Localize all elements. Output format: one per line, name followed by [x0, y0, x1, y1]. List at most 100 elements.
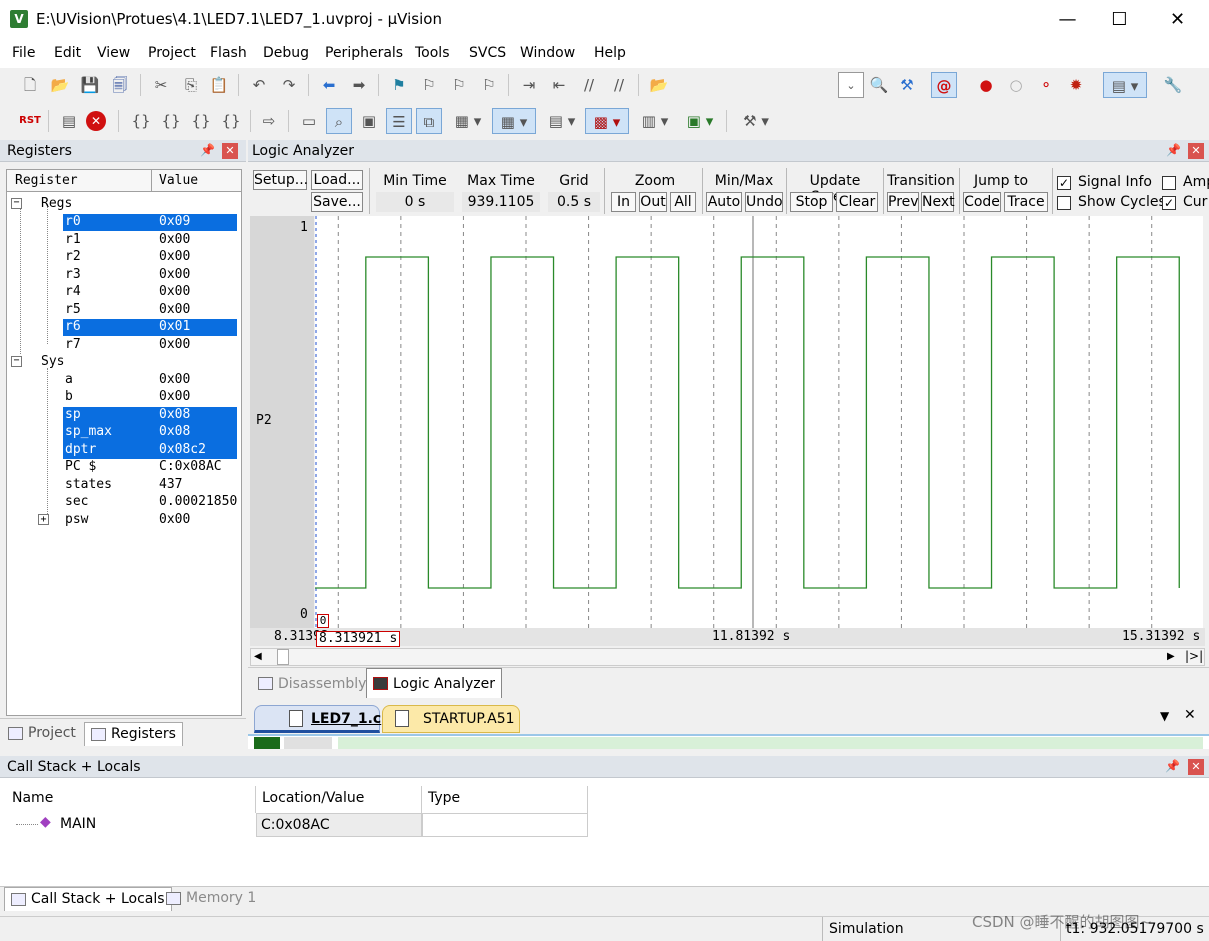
- setup-button[interactable]: Setup...: [253, 170, 308, 190]
- register-row[interactable]: PC $ C:0x08AC: [7, 459, 243, 477]
- auto-button[interactable]: Auto: [706, 192, 742, 212]
- register-row[interactable]: r2 0x00: [7, 249, 243, 267]
- registers-window-icon[interactable]: ☰: [386, 108, 412, 134]
- group-regs[interactable]: − Regs: [7, 196, 243, 214]
- save-all-icon[interactable]: 🗐: [107, 72, 133, 98]
- uncomment-icon[interactable]: //: [606, 72, 632, 98]
- stop-icon[interactable]: ✕: [86, 111, 106, 131]
- save-icon[interactable]: 💾: [77, 72, 103, 98]
- menu-peripherals[interactable]: Peripherals: [325, 45, 403, 61]
- callstack-row[interactable]: ◆ MAIN: [6, 813, 256, 837]
- disassembly-window-icon[interactable]: ⌕: [326, 108, 352, 134]
- unindent-icon[interactable]: ⇤: [546, 72, 572, 98]
- register-row[interactable]: r3 0x00: [7, 267, 243, 285]
- breakpoint-enable-all-icon[interactable]: ✹: [1063, 72, 1089, 98]
- register-value[interactable]: 0.00021850: [159, 494, 237, 509]
- pin-icon[interactable]: 📌: [1166, 143, 1181, 157]
- register-row[interactable]: a 0x00: [7, 372, 243, 390]
- column-register[interactable]: Register: [15, 173, 78, 188]
- code-button[interactable]: Code: [963, 192, 1001, 212]
- expand-icon[interactable]: +: [38, 513, 49, 525]
- column-value[interactable]: Value: [159, 173, 198, 188]
- breakpoint-icon[interactable]: ●: [973, 72, 999, 98]
- menu-svcs[interactable]: SVCS: [469, 45, 506, 61]
- close-button[interactable]: ✕: [1150, 0, 1205, 40]
- register-value[interactable]: 0x08: [159, 424, 190, 439]
- amp-checkbox[interactable]: [1162, 176, 1176, 190]
- callstack-location[interactable]: C:0x08AC: [256, 813, 422, 837]
- navigate-forward-icon[interactable]: ➡: [346, 72, 372, 98]
- signal-name[interactable]: P2: [256, 413, 272, 428]
- register-row[interactable]: r0 0x09: [7, 214, 243, 232]
- copy-icon[interactable]: ⎘: [178, 72, 204, 98]
- register-row[interactable]: r6 0x01: [7, 319, 243, 337]
- register-row[interactable]: + psw 0x00: [7, 512, 243, 530]
- register-row[interactable]: sp 0x08: [7, 407, 243, 425]
- register-row[interactable]: b 0x00: [7, 389, 243, 407]
- cut-icon[interactable]: ✂: [148, 72, 174, 98]
- group-sys[interactable]: − Sys: [7, 354, 243, 372]
- memory-window-icon[interactable]: ▦ ▾: [492, 108, 536, 134]
- pin-icon[interactable]: 📌: [1165, 759, 1180, 773]
- register-row[interactable]: dptr 0x08c2: [7, 442, 243, 460]
- menu-flash[interactable]: Flash: [210, 45, 247, 61]
- dropdown-arrow-icon[interactable]: ⌄: [838, 72, 864, 98]
- zoom-all-button[interactable]: All: [670, 192, 696, 212]
- tab-led7-c[interactable]: LED7_1.c: [254, 705, 381, 733]
- navigate-back-icon[interactable]: ⬅: [316, 72, 342, 98]
- register-value[interactable]: 0x00: [159, 284, 190, 299]
- step-out-icon[interactable]: {}: [188, 108, 214, 134]
- new-file-icon[interactable]: 🗋: [17, 72, 43, 98]
- open-file-icon[interactable]: 📂: [47, 72, 73, 98]
- menu-file[interactable]: File: [12, 45, 35, 61]
- prev-button[interactable]: Prev: [887, 192, 919, 212]
- breakpoint-kill-icon[interactable]: ⚬: [1033, 72, 1059, 98]
- register-value[interactable]: 0x00: [159, 249, 190, 264]
- redo-icon[interactable]: ↷: [276, 72, 302, 98]
- scroll-left-icon[interactable]: ◀: [254, 651, 262, 662]
- zoom-out-button[interactable]: Out: [639, 192, 667, 212]
- run-icon[interactable]: ▤: [56, 108, 82, 134]
- register-row[interactable]: sec 0.00021850: [7, 494, 243, 512]
- symbols-window-icon[interactable]: ▣: [356, 108, 382, 134]
- menu-debug[interactable]: Debug: [263, 45, 309, 61]
- run-to-cursor-icon[interactable]: {}: [218, 108, 244, 134]
- register-value[interactable]: 0x00: [159, 337, 190, 352]
- show-next-statement-icon[interactable]: ⇨: [256, 108, 282, 134]
- command-window-icon[interactable]: ▭: [296, 108, 322, 134]
- register-row[interactable]: r7 0x00: [7, 337, 243, 355]
- menu-project[interactable]: Project: [148, 45, 196, 61]
- menu-edit[interactable]: Edit: [54, 45, 81, 61]
- step-over-icon[interactable]: {}: [158, 108, 184, 134]
- register-row[interactable]: states 437: [7, 477, 243, 495]
- window-layout-icon[interactable]: ▤ ▾: [1103, 72, 1147, 98]
- collapse-icon[interactable]: −: [11, 356, 22, 367]
- register-value[interactable]: 0x00: [159, 232, 190, 247]
- bookmark-next-icon[interactable]: ⚐: [446, 72, 472, 98]
- load-button[interactable]: Load...: [311, 170, 363, 190]
- serial-window-icon[interactable]: ▤ ▾: [542, 108, 582, 134]
- register-value[interactable]: 0x00: [159, 372, 190, 387]
- trace-window-icon[interactable]: ▥ ▾: [635, 108, 675, 134]
- paste-icon[interactable]: 📋: [206, 72, 232, 98]
- tab-project[interactable]: Project: [2, 722, 82, 746]
- tab-disassembly[interactable]: Disassembly: [252, 671, 372, 697]
- tab-memory-1[interactable]: Memory 1: [160, 887, 262, 911]
- find-icon[interactable]: 🔍: [866, 72, 892, 98]
- register-value[interactable]: 0x00: [159, 267, 190, 282]
- cur-checkbox[interactable]: ✓: [1162, 196, 1176, 210]
- next-button[interactable]: Next: [921, 192, 955, 212]
- register-row[interactable]: r4 0x00: [7, 284, 243, 302]
- register-value[interactable]: 0x00: [159, 302, 190, 317]
- system-viewer-icon[interactable]: ▣ ▾: [680, 108, 720, 134]
- bookmark-icon[interactable]: ⚑: [386, 72, 412, 98]
- collapse-icon[interactable]: −: [11, 198, 22, 209]
- debug-session-icon[interactable]: @: [931, 72, 957, 98]
- register-row[interactable]: sp_max 0x08: [7, 424, 243, 442]
- reset-cpu-icon[interactable]: RST: [17, 108, 43, 134]
- menu-tools[interactable]: Tools: [415, 45, 450, 61]
- register-value[interactable]: 0x09: [159, 214, 190, 229]
- close-panel-icon[interactable]: ✕: [1188, 759, 1204, 775]
- undo-button[interactable]: Undo: [745, 192, 783, 212]
- stop-button[interactable]: Stop: [790, 192, 833, 212]
